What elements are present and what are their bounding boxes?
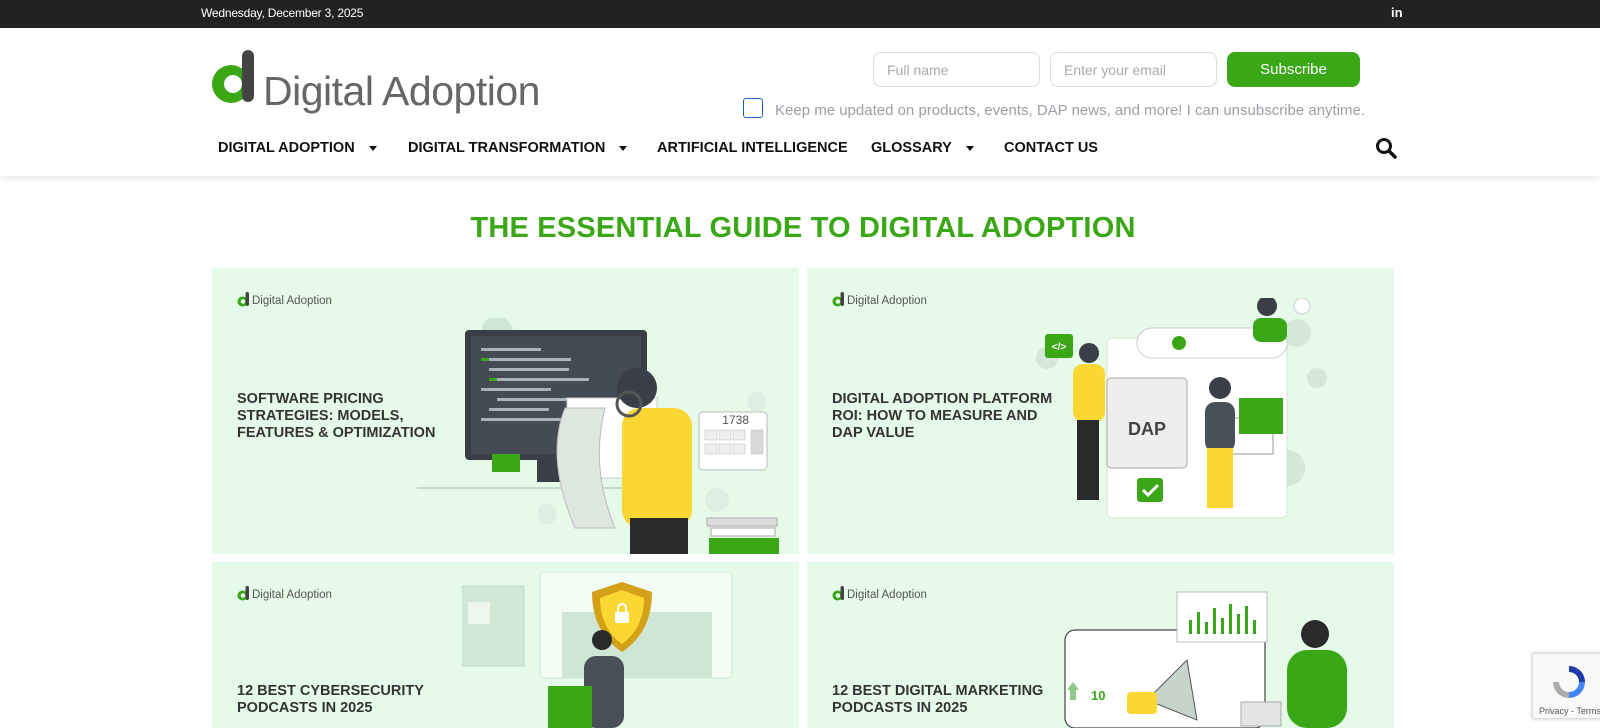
logo-mark-icon bbox=[832, 586, 844, 601]
site-logo[interactable]: Digital Adoption bbox=[211, 48, 551, 118]
search-icon[interactable] bbox=[1375, 137, 1397, 159]
logo-mark-icon bbox=[237, 586, 249, 601]
logo-mark-icon bbox=[212, 50, 254, 103]
code-icon: </> bbox=[1052, 342, 1067, 353]
card-brand-label: Digital Adoption bbox=[252, 295, 332, 307]
caret-down-icon bbox=[368, 145, 377, 151]
card-title: 12 BEST CYBERSECURITY PODCASTS IN 2025 bbox=[237, 683, 424, 716]
logo-mark-icon bbox=[832, 292, 844, 307]
recaptcha-icon bbox=[1553, 666, 1585, 698]
nav-item-digital-transformation[interactable]: DIGITAL TRANSFORMATION bbox=[408, 140, 628, 156]
logo-wordmark: Digital Adoption bbox=[263, 68, 540, 114]
card-brand-label: Digital Adoption bbox=[847, 589, 927, 601]
main-nav: DIGITAL ADOPTION DIGITAL TRANSFORMATION … bbox=[0, 140, 1600, 164]
nav-item-label: CONTACT US bbox=[1004, 140, 1098, 156]
caret-down-icon bbox=[619, 145, 628, 151]
card-brand: Digital Adoption bbox=[237, 292, 332, 307]
nav-item-label: DIGITAL ADOPTION bbox=[218, 140, 355, 156]
pricing-illustration: 1738 bbox=[417, 318, 779, 554]
current-date: Wednesday, December 3, 2025 bbox=[201, 6, 364, 20]
article-card[interactable]: Digital Adoption 12 BEST DIGITAL MARKETI… bbox=[807, 562, 1394, 728]
consent-checkbox[interactable] bbox=[743, 98, 763, 118]
recaptcha-badge[interactable]: Privacy - Terms bbox=[1532, 653, 1600, 719]
article-card[interactable]: Digital Adoption DIGITAL ADOPTION PLATFO… bbox=[807, 268, 1394, 554]
nav-item-label: DIGITAL TRANSFORMATION bbox=[408, 140, 606, 156]
card-brand: Digital Adoption bbox=[237, 586, 332, 601]
card-brand-label: Digital Adoption bbox=[252, 589, 332, 601]
site-header: Digital Adoption Full name Enter your em… bbox=[0, 28, 1600, 176]
full-name-input[interactable]: Full name bbox=[873, 52, 1040, 87]
growth-label: 10 bbox=[1091, 688, 1105, 703]
email-input[interactable]: Enter your email bbox=[1050, 52, 1217, 87]
caret-down-icon bbox=[965, 145, 974, 151]
card-title: 12 BEST DIGITAL MARKETING PODCASTS IN 20… bbox=[832, 683, 1044, 716]
dap-roi-illustration: DAP </> bbox=[1036, 298, 1327, 519]
nav-item-contact-us[interactable]: CONTACT US bbox=[1004, 140, 1098, 156]
consent-label: Keep me updated on products, events, DAP… bbox=[775, 102, 1366, 119]
nav-item-artificial-intelligence[interactable]: ARTIFICIAL INTELLIGENCE bbox=[657, 140, 848, 156]
logo-mark-icon bbox=[237, 292, 249, 307]
top-bar: Wednesday, December 3, 2025 in bbox=[0, 0, 1600, 28]
nav-item-glossary[interactable]: GLOSSARY bbox=[871, 140, 974, 156]
nav-item-label: GLOSSARY bbox=[871, 140, 952, 156]
subscribe-button[interactable]: Subscribe bbox=[1227, 52, 1360, 87]
page-title: THE ESSENTIAL GUIDE TO DIGITAL ADOPTION bbox=[470, 212, 1136, 244]
dap-board-label: DAP bbox=[1128, 419, 1166, 439]
article-card[interactable]: Digital Adoption SOFTWARE PRICING STRATE… bbox=[212, 268, 799, 554]
card-brand: Digital Adoption bbox=[832, 292, 927, 307]
article-card[interactable]: Digital Adoption 12 BEST CYBERSECURITY P… bbox=[212, 562, 799, 728]
cybersecurity-illustration bbox=[462, 572, 733, 728]
recaptcha-terms[interactable]: Privacy - Terms bbox=[1539, 706, 1600, 716]
linkedin-icon[interactable]: in bbox=[1391, 5, 1403, 20]
calculator-display: 1738 bbox=[722, 413, 749, 427]
card-brand: Digital Adoption bbox=[832, 586, 927, 601]
nav-item-digital-adoption[interactable]: DIGITAL ADOPTION bbox=[218, 140, 377, 156]
marketing-illustration: 10 bbox=[1064, 591, 1347, 728]
nav-item-label: ARTIFICIAL INTELLIGENCE bbox=[657, 140, 848, 156]
card-brand-label: Digital Adoption bbox=[847, 295, 927, 307]
